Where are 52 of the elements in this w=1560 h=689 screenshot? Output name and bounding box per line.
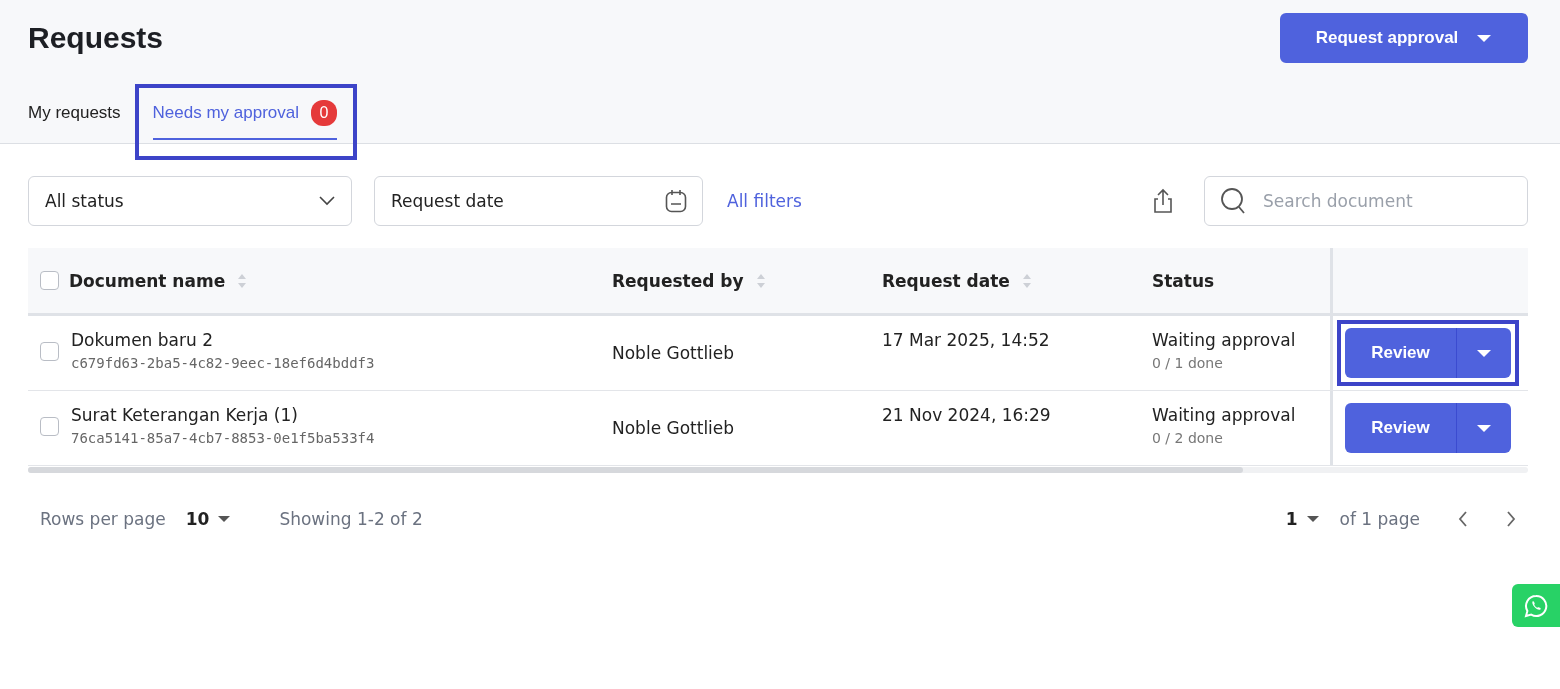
all-filters-link[interactable]: All filters — [727, 191, 802, 211]
caret-icon — [1476, 423, 1492, 433]
column-header[interactable]: Document name — [69, 270, 248, 291]
chat-bubble-icon — [1524, 593, 1548, 618]
previous-page-icon[interactable] — [1458, 510, 1468, 528]
next-page-icon[interactable] — [1506, 510, 1516, 528]
document-name[interactable]: Surat Keterangan Kerja (1) — [71, 405, 375, 425]
request-approval-button[interactable]: Request approval — [1280, 13, 1528, 63]
search-field[interactable]: Search document — [1204, 176, 1528, 226]
document-name[interactable]: Dokumen baru 2 — [71, 330, 375, 350]
rows-per-page-label: Rows per page — [40, 509, 166, 529]
status-text: Waiting approval — [1152, 405, 1296, 425]
tab-label: Needs my approval — [152, 103, 300, 123]
chat-button[interactable] — [1512, 584, 1560, 627]
status-text: Waiting approval — [1152, 330, 1296, 350]
rows-per-page-dropdown[interactable]: 10 — [185, 509, 232, 529]
checkbox[interactable] — [40, 417, 59, 436]
progress-text: 0 / 1 done — [1152, 355, 1224, 371]
tab-label: My requests — [28, 103, 121, 123]
table-cell: Noble Gottlieb — [612, 418, 735, 438]
chevron-down-icon — [319, 196, 335, 206]
column-header: Status — [1152, 270, 1215, 291]
dropdown-button[interactable] — [1456, 403, 1511, 453]
column-header[interactable]: Requested by — [612, 270, 766, 291]
tab[interactable]: My requests — [28, 88, 121, 140]
checkbox[interactable] — [40, 342, 59, 361]
progress-text: 0 / 2 done — [1152, 430, 1224, 446]
showing-count: Showing 1-2 of 2 — [279, 509, 423, 529]
caret-icon — [1305, 515, 1320, 523]
table-cell: 17 Mar 2025, 14:52 — [882, 330, 1050, 350]
review-button[interactable]: Review — [1345, 403, 1456, 453]
scrollbar-thumb[interactable] — [28, 467, 1243, 473]
dropdown-button[interactable] — [1456, 328, 1511, 378]
calendar-icon — [665, 189, 687, 213]
document-id: c679fd63-2ba5-4c82-9eec-18ef6d4bddf3 — [71, 355, 375, 371]
caret-icon — [1476, 33, 1493, 43]
caret-icon — [217, 515, 232, 523]
checkbox[interactable] — [40, 271, 59, 290]
status-dropdown[interactable]: All status — [28, 176, 352, 226]
table-cell: 21 Nov 2024, 16:29 — [882, 405, 1051, 425]
column-header[interactable]: Request date — [882, 270, 1032, 291]
count-badge: 0 — [311, 100, 338, 126]
page-title: Requests — [28, 21, 164, 55]
review-button[interactable]: Review — [1345, 328, 1456, 378]
search-icon — [1220, 187, 1246, 215]
document-id: 76ca5141-85a7-4cb7-8853-0e1f5ba533f4 — [71, 430, 375, 446]
page-dropdown[interactable]: 1 — [1285, 509, 1320, 529]
page-count: of 1 page — [1339, 509, 1420, 529]
table-cell: Noble Gottlieb — [612, 343, 735, 363]
tab[interactable]: Needs my approval 0 — [152, 88, 338, 140]
request-date-field[interactable]: Request date — [374, 176, 703, 226]
caret-icon — [1476, 348, 1492, 358]
